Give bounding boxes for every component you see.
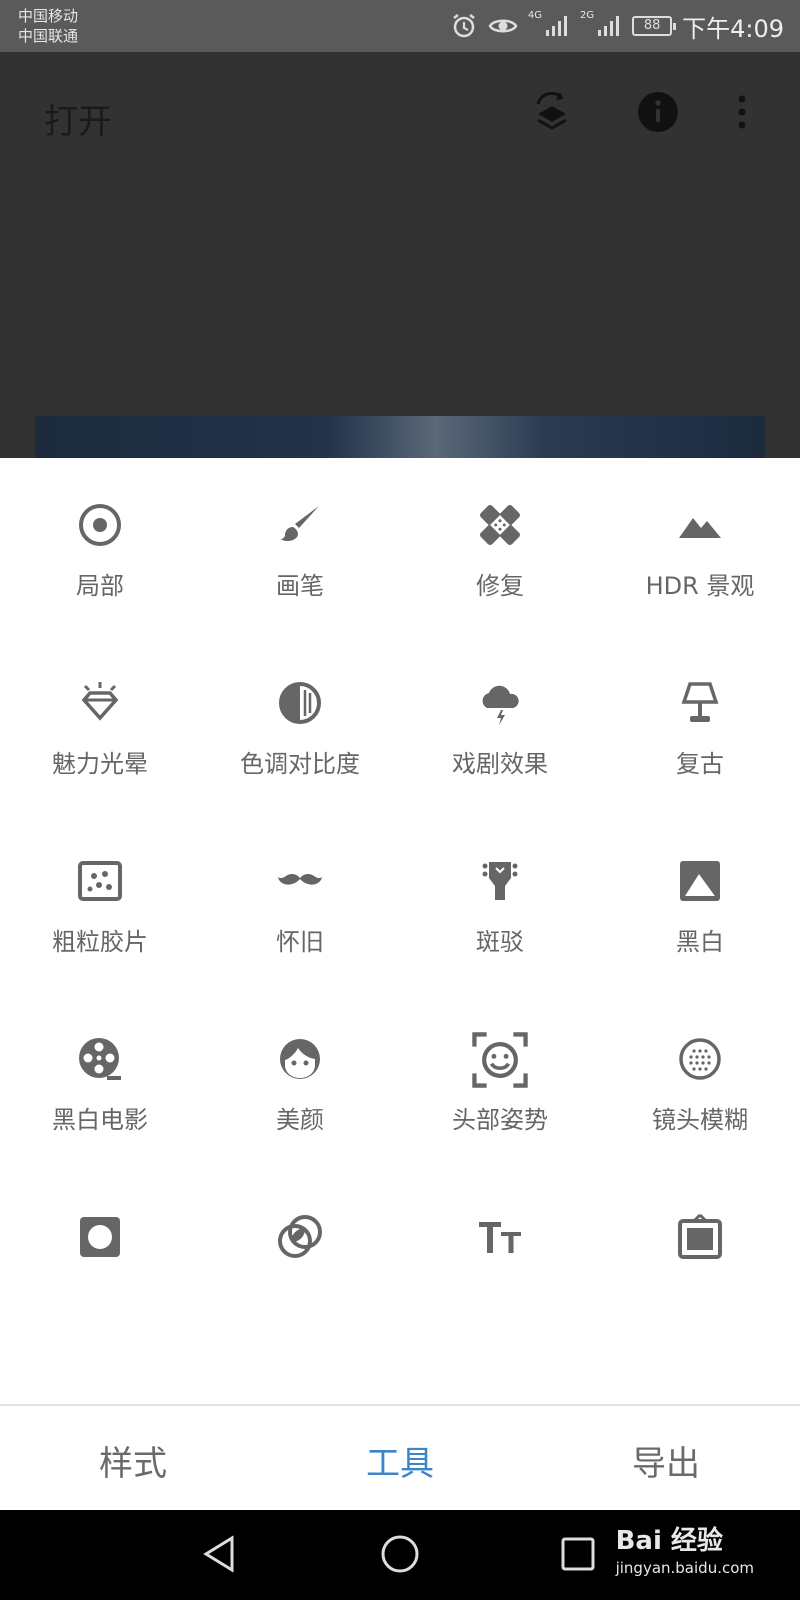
tool-label: 色调对比度 (240, 750, 360, 778)
face-icon (280, 1039, 320, 1079)
tab-looks[interactable]: 样式 (33, 1436, 233, 1485)
tool-vintage[interactable]: 复古 (600, 636, 800, 814)
network-2-type: 2G (579, 10, 595, 21)
tool-lens-blur[interactable]: 镜头模糊 (600, 992, 800, 1170)
signal-icon (545, 16, 567, 36)
tool-label: 修复 (476, 572, 524, 600)
tool-label: 黑白 (676, 928, 724, 956)
tool-drama[interactable]: 戏剧效果 (400, 636, 600, 814)
battery-indicator: 88 (632, 16, 677, 36)
tool-label: HDR 景观 (645, 572, 755, 600)
tool-label: 戏剧效果 (452, 750, 548, 778)
open-button[interactable]: 打开 (44, 94, 112, 143)
brush-icon (281, 506, 319, 542)
film-reel-icon (79, 1038, 121, 1080)
tool-tonal-contrast[interactable]: 色调对比度 (200, 636, 400, 814)
mustache-icon (278, 873, 322, 885)
selective-icon (79, 504, 121, 546)
home-icon[interactable] (378, 1532, 422, 1576)
glamour-glow-icon (81, 682, 119, 721)
tool-frame[interactable] (600, 1170, 800, 1348)
status-bar: 中国移动 中国联通 4G 2G 88 下午4:09 (0, 0, 800, 52)
recents-icon[interactable] (560, 1536, 596, 1572)
tonal-contrast-icon (279, 682, 321, 724)
tool-healing[interactable]: 修复 (400, 458, 600, 636)
tool-label: 头部姿势 (452, 1106, 548, 1134)
tool-grunge[interactable]: 斑驳 (400, 814, 600, 992)
tool-label: 粗粒胶片 (52, 928, 148, 956)
tool-label: 镜头模糊 (652, 1106, 748, 1134)
tool-double-exposure[interactable] (200, 1170, 400, 1348)
grunge-guitar-icon (482, 862, 518, 900)
tools-grid: 剪裁 旋转 视角 展开 局部 画笔 (0, 458, 800, 1348)
carrier-2: 中国联通 (18, 27, 79, 45)
tool-label: 画笔 (276, 572, 324, 600)
tools-panel: 剪裁 旋转 视角 展开 局部 画笔 (0, 458, 800, 1405)
healing-icon (480, 505, 520, 545)
tools-row: 黑白电影 美颜 头部姿势 镜头模糊 (0, 992, 800, 1170)
tool-label: 魅力光晕 (52, 750, 148, 778)
more-vert-icon[interactable] (730, 90, 754, 134)
drama-icon (482, 685, 519, 725)
tool-grainy-film[interactable]: 粗粒胶片 (0, 814, 200, 992)
tool-black-white[interactable]: 黑白 (600, 814, 800, 992)
tool-hdr-landscape[interactable]: HDR 景观 (600, 458, 800, 636)
tool-selective[interactable]: 局部 (0, 458, 200, 636)
tools-row: 魅力光晕 色调对比度 戏剧效果 复古 (0, 636, 800, 814)
tool-text[interactable] (400, 1170, 600, 1348)
watermark-sub: jingyan.baidu.com (615, 1559, 754, 1577)
network-1-type: 4G (527, 10, 542, 21)
lens-blur-icon (679, 1038, 721, 1080)
tools-row (0, 1170, 800, 1348)
editor-area: 打开 (0, 52, 800, 458)
frame-icon (678, 1214, 722, 1259)
tools-row: 局部 画笔 修复 HDR 景观 (0, 458, 800, 636)
watermark-main: Bai 经验 (615, 1526, 723, 1556)
tool-label: 局部 (76, 572, 124, 600)
tool-face[interactable]: 美颜 (200, 992, 400, 1170)
back-icon[interactable] (200, 1534, 240, 1574)
eye-icon (488, 19, 518, 33)
tab-tools[interactable]: 工具 (300, 1436, 500, 1485)
tool-vignette[interactable] (0, 1170, 200, 1348)
tool-brush[interactable]: 画笔 (200, 458, 400, 636)
system-nav-bar: Bai 经验 jingyan.baidu.com (0, 1510, 800, 1600)
photo-preview (35, 416, 765, 458)
baidu-watermark: Bai 经验 jingyan.baidu.com (616, 1520, 754, 1577)
double-exposure-icon (278, 1215, 322, 1258)
grainy-film-icon (78, 861, 122, 901)
text-icon (479, 1222, 521, 1253)
signal-icon (598, 16, 620, 36)
vignette-icon (80, 1217, 120, 1257)
head-pose-icon (472, 1032, 528, 1088)
bottom-tab-bar: 样式 工具 导出 (0, 1404, 800, 1510)
alarm-icon (453, 14, 475, 38)
carrier-1: 中国移动 (18, 7, 79, 25)
tab-export[interactable]: 导出 (566, 1436, 766, 1485)
clock: 下午4:09 (682, 14, 784, 43)
tool-label: 美颜 (276, 1106, 324, 1134)
tool-label: 复古 (676, 750, 724, 778)
tool-glamour-glow[interactable]: 魅力光晕 (0, 636, 200, 814)
tool-label: 斑驳 (476, 928, 524, 956)
carrier-names: 中国移动 中国联通 (18, 6, 78, 46)
tools-row: 粗粒胶片 怀旧 斑驳 黑白 (0, 814, 800, 992)
tool-label: 怀旧 (276, 928, 324, 956)
tool-retrolux[interactable]: 怀旧 (200, 814, 400, 992)
hdr-landscape-icon (679, 518, 721, 538)
info-icon[interactable] (636, 90, 680, 134)
tool-label: 黑白电影 (52, 1106, 148, 1134)
vintage-lamp-icon (681, 682, 719, 722)
tool-noir[interactable]: 黑白电影 (0, 992, 200, 1170)
layers-rotate-icon[interactable] (530, 90, 574, 134)
black-white-icon (680, 861, 720, 901)
tool-head-pose[interactable]: 头部姿势 (400, 992, 600, 1170)
